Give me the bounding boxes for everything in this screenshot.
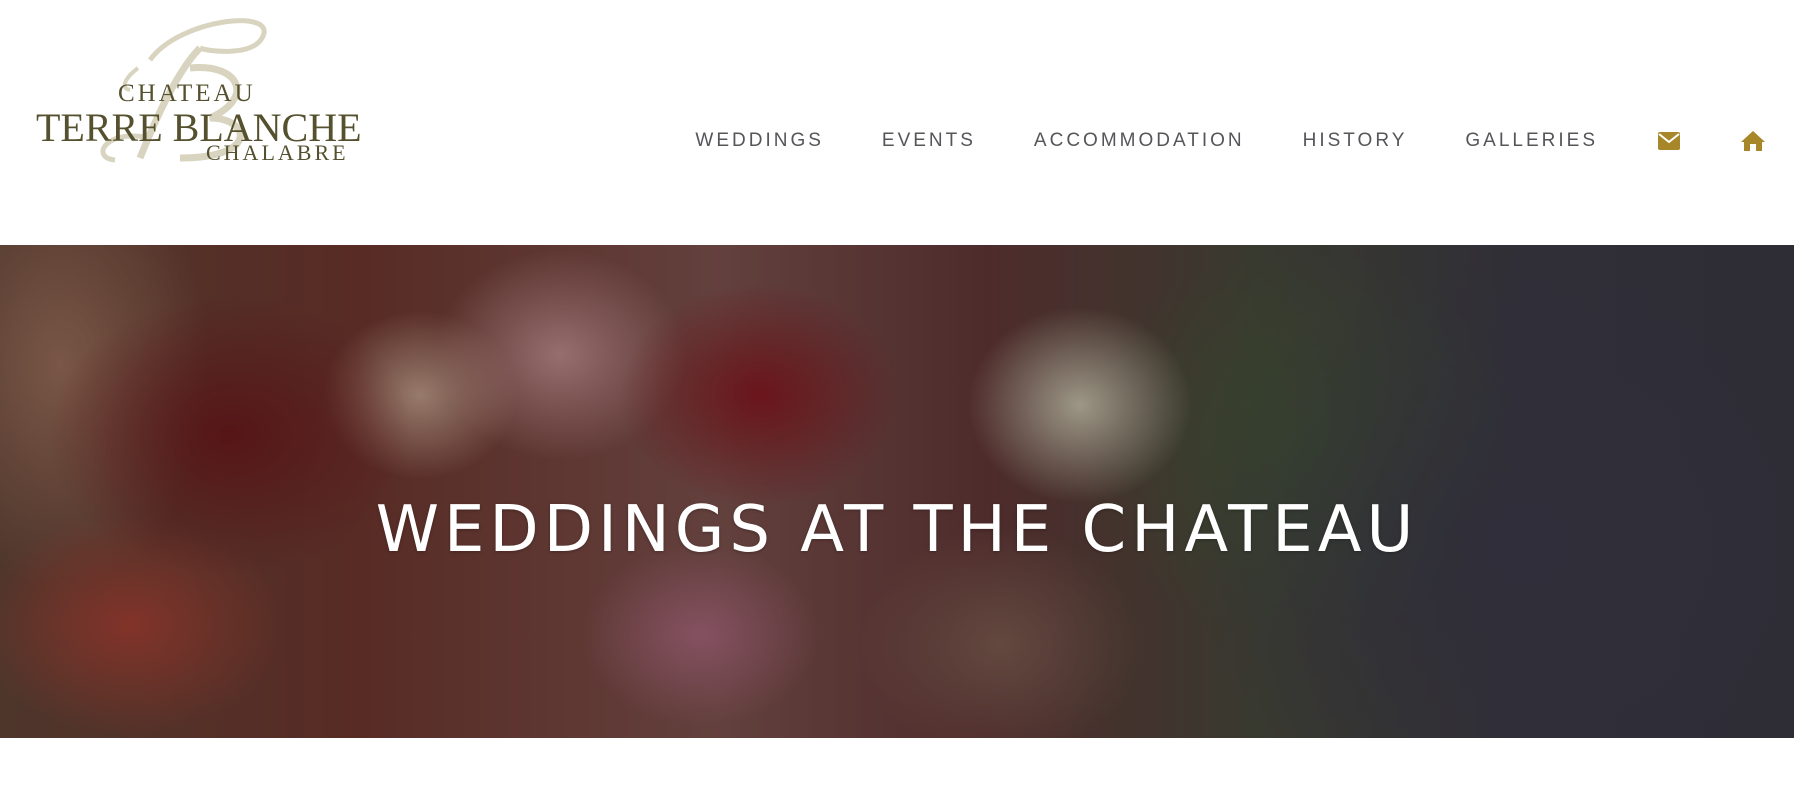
hero-banner: WEDDINGS AT THE CHATEAU xyxy=(0,245,1794,738)
site-header: CHATEAU TERRE BLANCHE CHALABRE WEDDINGS … xyxy=(0,0,1794,245)
logo-line-chalabre: CHALABRE xyxy=(206,140,349,165)
nav-item-galleries[interactable]: GALLERIES xyxy=(1465,130,1598,152)
envelope-icon[interactable] xyxy=(1656,128,1682,154)
nav-item-accommodation[interactable]: ACCOMMODATION xyxy=(1034,130,1245,152)
site-logo[interactable]: CHATEAU TERRE BLANCHE CHALABRE xyxy=(30,8,362,168)
nav-item-weddings[interactable]: WEDDINGS xyxy=(695,130,824,152)
main-nav: WEDDINGS EVENTS ACCOMMODATION HISTORY GA… xyxy=(695,128,1766,154)
home-icon[interactable] xyxy=(1740,128,1766,154)
nav-item-events[interactable]: EVENTS xyxy=(882,130,976,152)
hero-overlay xyxy=(0,245,1794,738)
nav-item-history[interactable]: HISTORY xyxy=(1303,130,1408,152)
hero-title: WEDDINGS AT THE CHATEAU xyxy=(375,492,1419,567)
